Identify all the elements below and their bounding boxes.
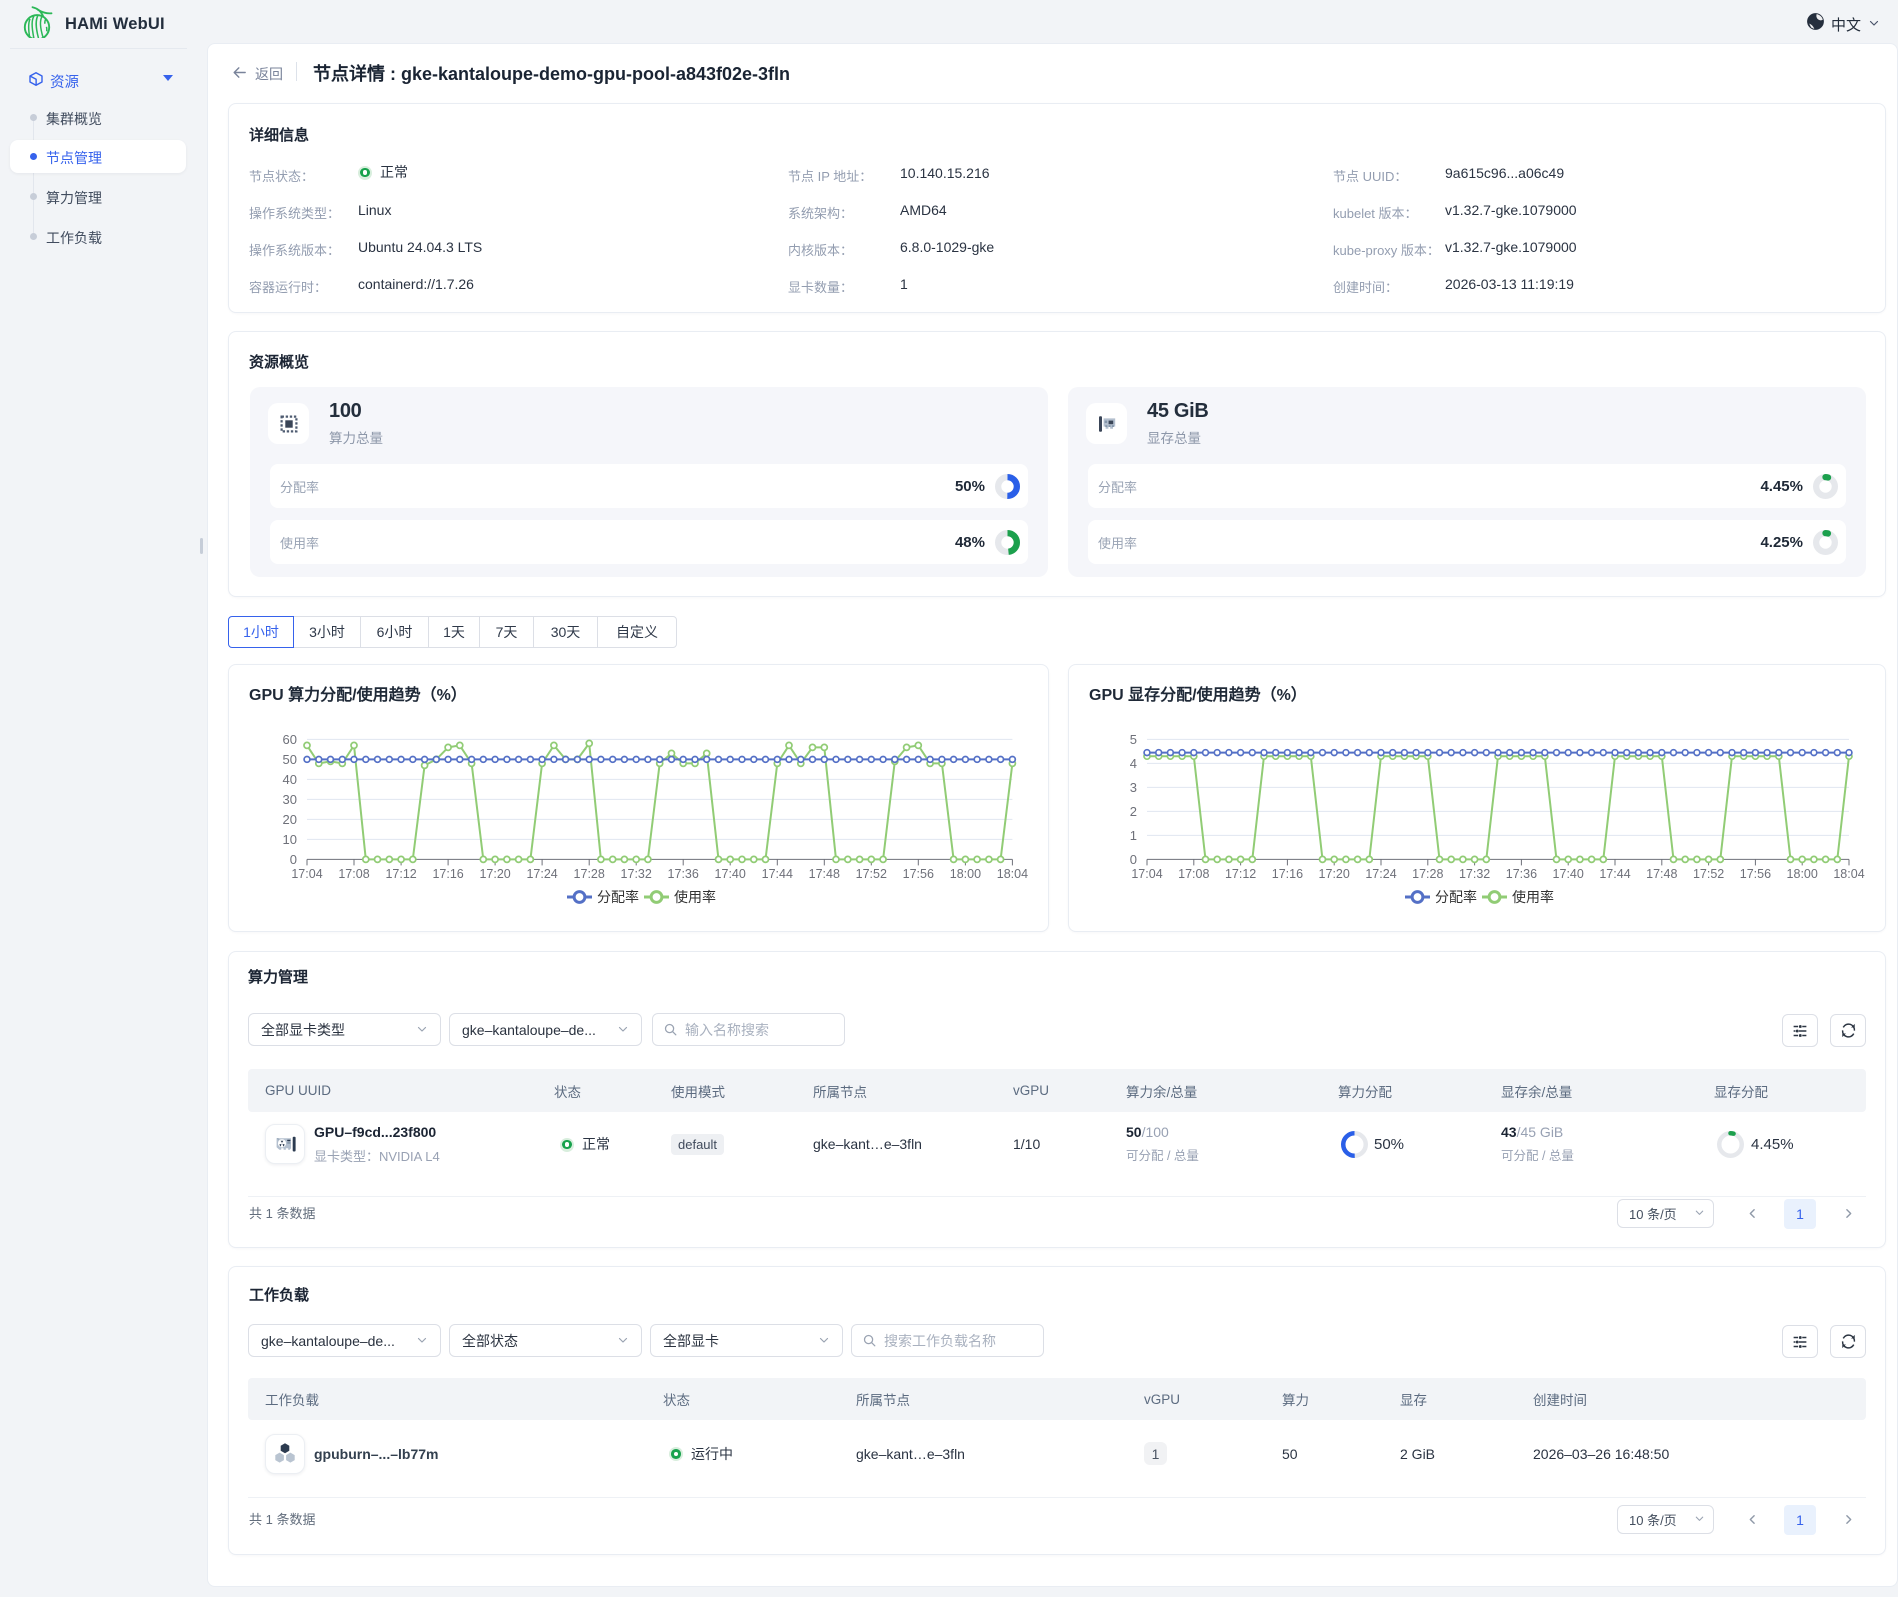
svg-text:17:52: 17:52	[856, 867, 887, 881]
svg-text:17:52: 17:52	[1693, 867, 1724, 881]
svg-text:0: 0	[1130, 852, 1137, 867]
svg-text:17:48: 17:48	[1646, 867, 1677, 881]
svg-text:4: 4	[1130, 756, 1137, 771]
svg-text:17:44: 17:44	[1599, 867, 1630, 881]
svg-text:17:36: 17:36	[1506, 867, 1537, 881]
svg-text:17:20: 17:20	[479, 867, 510, 881]
svg-text:5: 5	[1130, 732, 1137, 747]
svg-text:使用率: 使用率	[1512, 889, 1554, 905]
svg-text:0: 0	[290, 852, 297, 867]
svg-text:17:16: 17:16	[432, 867, 463, 881]
svg-text:17:24: 17:24	[526, 867, 557, 881]
svg-text:18:00: 18:00	[1787, 867, 1818, 881]
svg-text:17:04: 17:04	[1131, 867, 1162, 881]
svg-text:18:04: 18:04	[997, 867, 1028, 881]
svg-text:40: 40	[283, 772, 297, 787]
svg-text:17:48: 17:48	[809, 867, 840, 881]
svg-text:10: 10	[283, 832, 297, 847]
svg-text:17:36: 17:36	[668, 867, 699, 881]
svg-text:18:00: 18:00	[950, 867, 981, 881]
svg-text:30: 30	[283, 792, 297, 807]
svg-text:分配率: 分配率	[1435, 889, 1477, 905]
svg-text:17:08: 17:08	[338, 867, 369, 881]
svg-text:17:40: 17:40	[1553, 867, 1584, 881]
svg-text:17:12: 17:12	[1225, 867, 1256, 881]
svg-text:60: 60	[283, 732, 297, 747]
svg-text:17:56: 17:56	[1740, 867, 1771, 881]
svg-text:1: 1	[1130, 828, 1137, 843]
svg-text:3: 3	[1130, 780, 1137, 795]
svg-text:使用率: 使用率	[674, 889, 716, 905]
svg-text:17:44: 17:44	[762, 867, 793, 881]
svg-text:17:04: 17:04	[291, 867, 322, 881]
svg-text:17:12: 17:12	[385, 867, 416, 881]
svg-text:17:28: 17:28	[574, 867, 605, 881]
svg-text:18:04: 18:04	[1833, 867, 1864, 881]
svg-text:20: 20	[283, 812, 297, 827]
svg-text:17:40: 17:40	[715, 867, 746, 881]
svg-text:17:56: 17:56	[903, 867, 934, 881]
svg-text:17:08: 17:08	[1178, 867, 1209, 881]
svg-text:17:28: 17:28	[1412, 867, 1443, 881]
svg-text:17:32: 17:32	[621, 867, 652, 881]
svg-text:2: 2	[1130, 804, 1137, 819]
svg-text:17:20: 17:20	[1319, 867, 1350, 881]
svg-text:17:24: 17:24	[1365, 867, 1396, 881]
svg-text:17:16: 17:16	[1272, 867, 1303, 881]
svg-text:50: 50	[283, 752, 297, 767]
svg-text:17:32: 17:32	[1459, 867, 1490, 881]
svg-text:分配率: 分配率	[597, 889, 639, 905]
